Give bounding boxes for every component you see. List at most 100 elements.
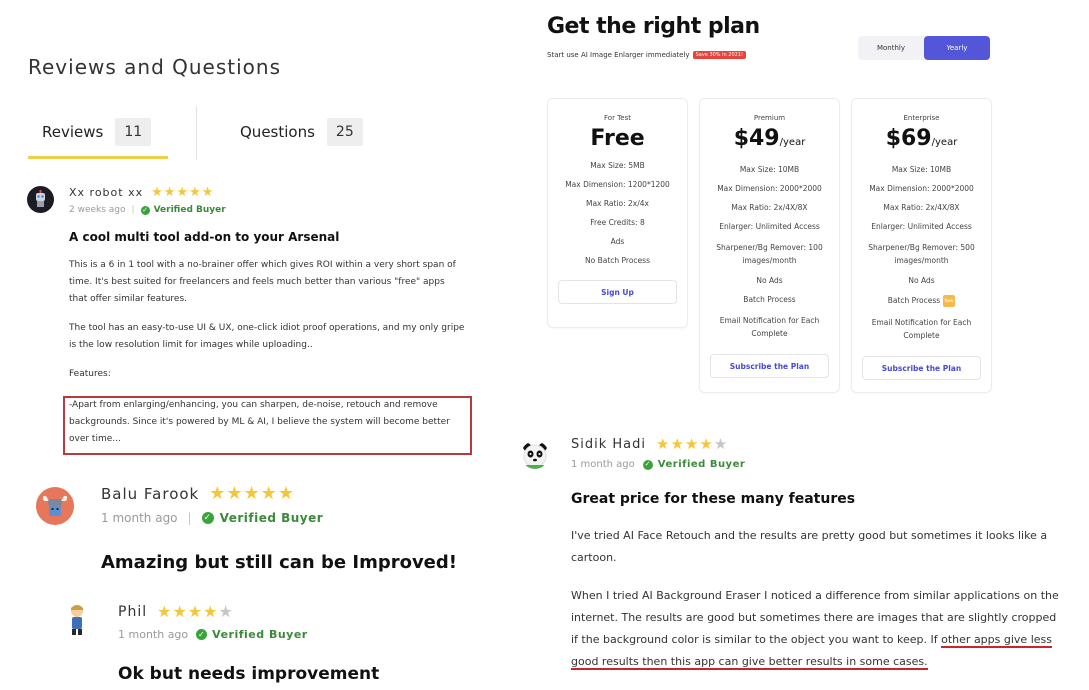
star-icon: ★ bbox=[277, 483, 294, 504]
plan-feature: Max Dimension: 2000*2000 bbox=[869, 184, 974, 193]
tab-reviews-count: 11 bbox=[115, 118, 152, 146]
plan-feature: Max Size: 5MB bbox=[590, 161, 645, 170]
plan-price-value: $49 bbox=[733, 126, 780, 151]
star-icon: ★ bbox=[151, 185, 163, 200]
star-icon: ★ bbox=[209, 483, 226, 504]
review-time: 1 month ago bbox=[118, 628, 189, 641]
discount-badge: Save 30% in 2021! bbox=[692, 51, 747, 59]
verified-label: Verified Buyer bbox=[219, 511, 324, 525]
star-icon: ★ bbox=[187, 602, 203, 621]
review-title: Great price for these many features bbox=[571, 491, 856, 507]
review-title: Amazing but still can be Improved! bbox=[101, 552, 457, 573]
star-icon: ★ bbox=[670, 435, 684, 453]
verified-label: Verified Buyer bbox=[657, 459, 746, 470]
reviewer-name: Balu Farook bbox=[101, 485, 200, 503]
plan-feature: Free Credits: 8 bbox=[590, 218, 645, 227]
plan-feature: No Ads bbox=[908, 276, 935, 285]
meta-separator: | bbox=[131, 205, 135, 215]
toggle-yearly[interactable]: Yearly bbox=[924, 36, 990, 60]
star-rating: ★ ★ ★ ★ ★ bbox=[157, 604, 233, 620]
verified-badge: ✓ Verified Buyer bbox=[196, 628, 308, 641]
plan-price: Free bbox=[548, 126, 687, 152]
plan-feature: Max Ratio: 2x/4X/8X bbox=[883, 203, 960, 212]
plan-feature: Max Size: 10MB bbox=[739, 165, 800, 174]
review-paragraph: The tool has an easy-to-use UI & UX, one… bbox=[69, 323, 465, 350]
review-time: 1 month ago bbox=[571, 459, 635, 470]
pricing-subtitle: Start use AI Image Enlarger immediately bbox=[547, 51, 690, 59]
avatar bbox=[36, 487, 74, 525]
plan-tier: Premium bbox=[753, 114, 786, 122]
new-badge: New bbox=[942, 295, 956, 307]
robot-avatar-icon bbox=[36, 190, 45, 207]
plan-feature: Batch Process bbox=[743, 295, 796, 304]
star-icon: ★ bbox=[226, 483, 243, 504]
check-circle-icon: ✓ bbox=[196, 629, 208, 640]
subscribe-button[interactable]: Subscribe the Plan bbox=[710, 354, 829, 378]
verified-badge: ✓ Verified Buyer bbox=[140, 205, 226, 215]
plan-feature: Sharpener/Bg Remover: 500 images/month bbox=[868, 243, 975, 265]
review-meta: 1 month ago ✓ Verified Buyer bbox=[571, 459, 745, 470]
plan-tier: For Test bbox=[604, 114, 631, 122]
plan-feature: No Batch Process bbox=[585, 256, 650, 265]
tab-reviews-label: Reviews bbox=[42, 123, 104, 141]
review-paragraph-highlighted: -Apart from enlarging/enhancing, you can… bbox=[69, 400, 450, 444]
plan-feature: Enlarger: Unlimited Access bbox=[871, 222, 972, 231]
star-icon: ★ bbox=[243, 483, 260, 504]
review-meta: 1 month ago ✓ Verified Buyer bbox=[118, 628, 308, 641]
star-empty-icon: ★ bbox=[218, 602, 233, 621]
sign-up-button[interactable]: Sign Up bbox=[558, 280, 677, 304]
section-title: Reviews and Questions bbox=[28, 55, 281, 79]
plan-feature: Ads bbox=[610, 237, 625, 246]
plan-tier: Enterprise bbox=[903, 114, 940, 122]
tab-questions[interactable]: Questions 25 bbox=[240, 116, 363, 148]
star-icon: ★ bbox=[201, 185, 214, 200]
star-rating: ★ ★ ★ ★ ★ bbox=[656, 437, 727, 452]
billing-toggle[interactable]: Monthly Yearly bbox=[858, 36, 990, 60]
tab-questions-count: 25 bbox=[326, 118, 363, 146]
star-empty-icon: ★ bbox=[713, 435, 728, 453]
check-circle-icon: ✓ bbox=[642, 459, 653, 470]
plan-feature-text: Batch Process bbox=[887, 296, 941, 305]
check-circle-icon: ✓ bbox=[201, 512, 214, 524]
star-rating: ★ ★ ★ ★ ★ bbox=[151, 186, 213, 199]
star-rating: ★ ★ ★ ★ ★ bbox=[209, 485, 294, 503]
review-time: 1 month ago bbox=[101, 511, 178, 525]
review-meta: 1 month ago | ✓ Verified Buyer bbox=[101, 511, 323, 525]
verified-badge: ✓ Verified Buyer bbox=[642, 459, 746, 470]
reviewer-name: Sidik Hadi bbox=[571, 437, 646, 452]
pricing-subtitle-row: Start use AI Image Enlarger immediately … bbox=[547, 51, 747, 59]
verified-badge: ✓ Verified Buyer bbox=[201, 511, 324, 525]
plan-feature: No Ads bbox=[756, 276, 783, 285]
plan-card-free: For Test Free Max Size: 5MB Max Dimensio… bbox=[547, 98, 688, 328]
star-icon: ★ bbox=[203, 602, 218, 621]
subscribe-button[interactable]: Subscribe the Plan bbox=[862, 356, 981, 380]
plan-feature: Batch Process New bbox=[866, 295, 978, 307]
plan-feature: Max Size: 10MB bbox=[891, 165, 952, 174]
plan-card-premium: Premium $49/year Max Size: 10MB Max Dime… bbox=[699, 98, 840, 393]
review-paragraph: Features: bbox=[69, 369, 111, 379]
plan-price-period: /year bbox=[779, 137, 806, 148]
review-paragraph: This is a 6 in 1 tool with a no-brainer … bbox=[69, 260, 456, 304]
review-paragraph: I've tried AI Face Retouch and the resul… bbox=[571, 529, 1048, 564]
plan-feature: Email Notification for Each Complete bbox=[719, 316, 820, 338]
plan-price: $49/year bbox=[700, 126, 839, 156]
plan-feature: Enlarger: Unlimited Access bbox=[719, 222, 820, 231]
verified-label: Verified Buyer bbox=[212, 628, 308, 641]
plan-price: $69/year bbox=[852, 126, 991, 156]
star-icon: ★ bbox=[172, 602, 187, 621]
star-icon: ★ bbox=[189, 185, 201, 200]
plan-feature: Max Dimension: 1200*1200 bbox=[565, 180, 670, 189]
plan-feature: Email Notification for Each Complete bbox=[871, 318, 972, 340]
star-icon: ★ bbox=[656, 435, 670, 453]
star-icon: ★ bbox=[684, 435, 699, 453]
star-icon: ★ bbox=[699, 435, 713, 453]
toggle-monthly[interactable]: Monthly bbox=[858, 36, 924, 60]
character-avatar-icon bbox=[71, 605, 83, 635]
review-time: 2 weeks ago bbox=[69, 205, 126, 215]
reviewer-name: Xx robot xx bbox=[69, 186, 144, 199]
plan-price-period: /year bbox=[931, 137, 958, 148]
review-title: A cool multi tool add-on to your Arsenal bbox=[69, 230, 340, 244]
tab-reviews[interactable]: Reviews 11 bbox=[42, 116, 152, 148]
tab-divider bbox=[196, 106, 197, 160]
tab-questions-label: Questions bbox=[240, 123, 315, 141]
